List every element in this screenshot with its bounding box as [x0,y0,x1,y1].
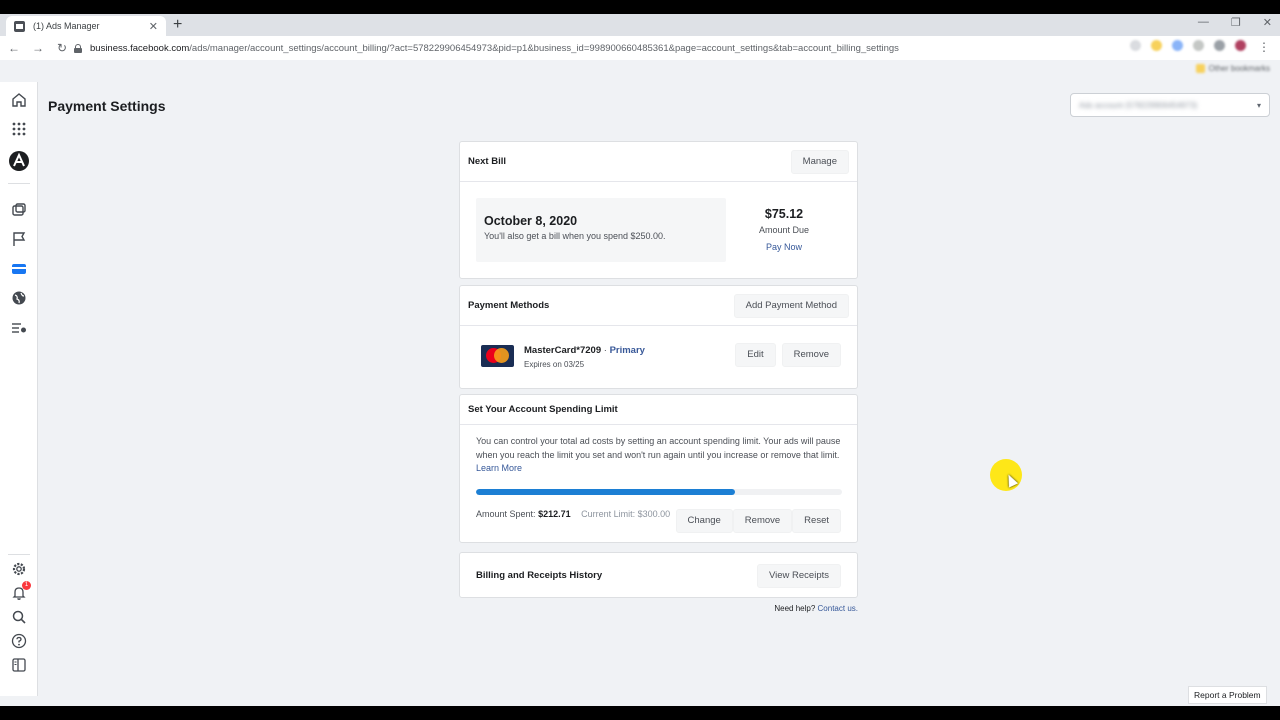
payment-method-row: MasterCard*7209 · Primary Expires on 03/… [460,340,857,376]
notification-badge: 1 [22,581,31,590]
other-bookmarks[interactable]: Other bookmarks [1195,64,1270,73]
spending-limit-description: You can control your total ad costs by s… [476,435,846,476]
help-footer: Need help? Contact us. [459,604,858,613]
view-receipts-button[interactable]: View Receipts [756,564,841,588]
forward-button[interactable]: → [28,41,48,55]
help-text: Need help? [774,604,816,613]
back-button[interactable]: ← [4,41,24,55]
report-problem-button[interactable]: Report a Problem [1188,686,1267,704]
help-icon[interactable] [9,631,29,651]
payment-method-actions: Edit Remove [735,343,841,367]
chevron-down-icon: ▾ [1256,100,1261,110]
card-number: MasterCard*7209 [524,345,602,356]
payment-methods-header: Payment Methods Add Payment Method [460,286,857,326]
page-title: Payment Settings [48,98,166,114]
pages-flag-icon[interactable] [9,229,29,249]
next-bill-header: Next Bill Manage [460,142,857,182]
close-window-button[interactable]: ✕ [1263,16,1272,29]
billing-history-card: Billing and Receipts History View Receip… [459,552,858,598]
ad-account-selector[interactable]: Ads account (578229906454973) ▾ [1070,93,1270,117]
spending-progress-fill [476,489,736,495]
extension-icon[interactable] [1214,40,1225,51]
mastercard-logo-icon [481,345,514,367]
extension-icon[interactable] [1193,40,1204,51]
manage-button[interactable]: Manage [790,149,849,174]
new-tab-button[interactable]: + [173,16,182,34]
bookmarks-label: Other bookmarks [1208,64,1270,73]
amount-spent: Amount Spent: $212.71 Current Limit: $30… [476,509,670,519]
browser-window: (1) Ads Manager ✕ + — ❐ ✕ ← → ↻ business… [0,14,1280,706]
primary-label: Primary [609,345,645,356]
ads-manager-favicon-icon [14,20,25,32]
notifications-bell-icon[interactable]: 1 [9,581,31,603]
globe-icon[interactable] [9,288,29,308]
edit-payment-button[interactable]: Edit [735,343,776,367]
url-path: /ads/manager/account_settings/account_bi… [189,42,899,54]
contact-us-link[interactable]: Contact us. [818,604,858,613]
tab-close-icon[interactable]: ✕ [149,20,158,33]
spending-limit-header: Set Your Account Spending Limit [460,395,857,425]
card-name: MasterCard*7209 · Primary [524,345,645,356]
bill-date-box: October 8, 2020 You'll also get a bill w… [476,198,726,262]
change-limit-button[interactable]: Change [675,509,733,533]
ads-manager-app: 1 Payment Settings Ads account (57822990… [0,82,1280,706]
ads-manager-icon[interactable] [9,200,29,220]
settings-list-icon[interactable] [9,318,29,338]
browser-tab[interactable]: (1) Ads Manager ✕ [6,16,166,36]
payment-methods-card: Payment Methods Add Payment Method Maste… [459,285,858,389]
tab-title: (1) Ads Manager [33,21,100,31]
home-icon[interactable] [9,90,29,110]
billing-card-icon[interactable] [9,259,29,279]
learn-more-link[interactable]: Learn More [476,463,522,473]
lock-icon [74,43,82,53]
current-limit: Current Limit: $300.00 [581,509,671,519]
restore-button[interactable]: ❐ [1231,16,1241,29]
left-sidebar: 1 [0,82,38,696]
bill-threshold-note: You'll also get a bill when you spend $2… [484,231,666,241]
profile-avatar[interactable] [1235,40,1246,51]
tab-strip: (1) Ads Manager ✕ + — ❐ ✕ [0,14,1280,36]
add-payment-method-button[interactable]: Add Payment Method [733,293,849,318]
reset-limit-button[interactable]: Reset [792,509,841,533]
next-bill-title: Next Bill [468,156,507,167]
spending-limit-actions: Change Remove Reset [675,509,841,533]
amount-spent-label: Amount Spent: [476,509,536,519]
extension-icon[interactable] [1172,40,1183,51]
browser-toolbar: ← → ↻ business.facebook.com/ads/manager/… [0,36,1280,60]
amount-spent-value: $212.71 [538,509,571,519]
card-expiry: Expires on 03/25 [524,360,585,369]
amount-due-value: $75.12 [764,207,804,221]
all-tools-grid-icon[interactable] [9,119,29,139]
next-bill-card: Next Bill Manage October 8, 2020 You'll … [459,141,858,279]
extension-icon[interactable] [1151,40,1162,51]
browser-menu-icon[interactable]: ⋮ [1258,40,1270,54]
url-host: business.facebook.com [90,42,190,54]
amount-due-label: Amount Due [758,225,810,235]
search-icon[interactable] [9,607,29,627]
toggle-panel-icon[interactable] [9,655,29,675]
ad-account-name: Ads account (578229906454973) [1079,100,1198,110]
bill-date: October 8, 2020 [484,214,578,228]
folder-icon [1195,64,1205,73]
spending-limit-title: Set Your Account Spending Limit [468,404,618,415]
spending-limit-text: You can control your total ad costs by s… [476,436,841,460]
spending-limit-card: Set Your Account Spending Limit You can … [459,394,858,543]
address-bar[interactable]: business.facebook.com/ads/manager/accoun… [74,38,1074,58]
extensions-area [1130,40,1246,51]
remove-payment-button[interactable]: Remove [781,343,841,367]
billing-history-title: Billing and Receipts History [476,570,603,581]
extension-icon[interactable] [1130,40,1141,51]
window-controls: — ❐ ✕ [1198,16,1272,29]
separator: · [601,345,610,356]
account-avatar-icon[interactable] [8,150,30,172]
remove-limit-button[interactable]: Remove [732,509,793,533]
payment-methods-title: Payment Methods [468,300,550,311]
minimize-button[interactable]: — [1198,16,1209,29]
settings-gear-icon[interactable] [9,559,29,579]
pay-now-link[interactable]: Pay Now [766,242,802,252]
spending-progress-bar [476,489,842,495]
reload-button[interactable]: ↻ [52,41,72,55]
amount-due-block: $75.12 Amount Due Pay Now [744,207,824,255]
